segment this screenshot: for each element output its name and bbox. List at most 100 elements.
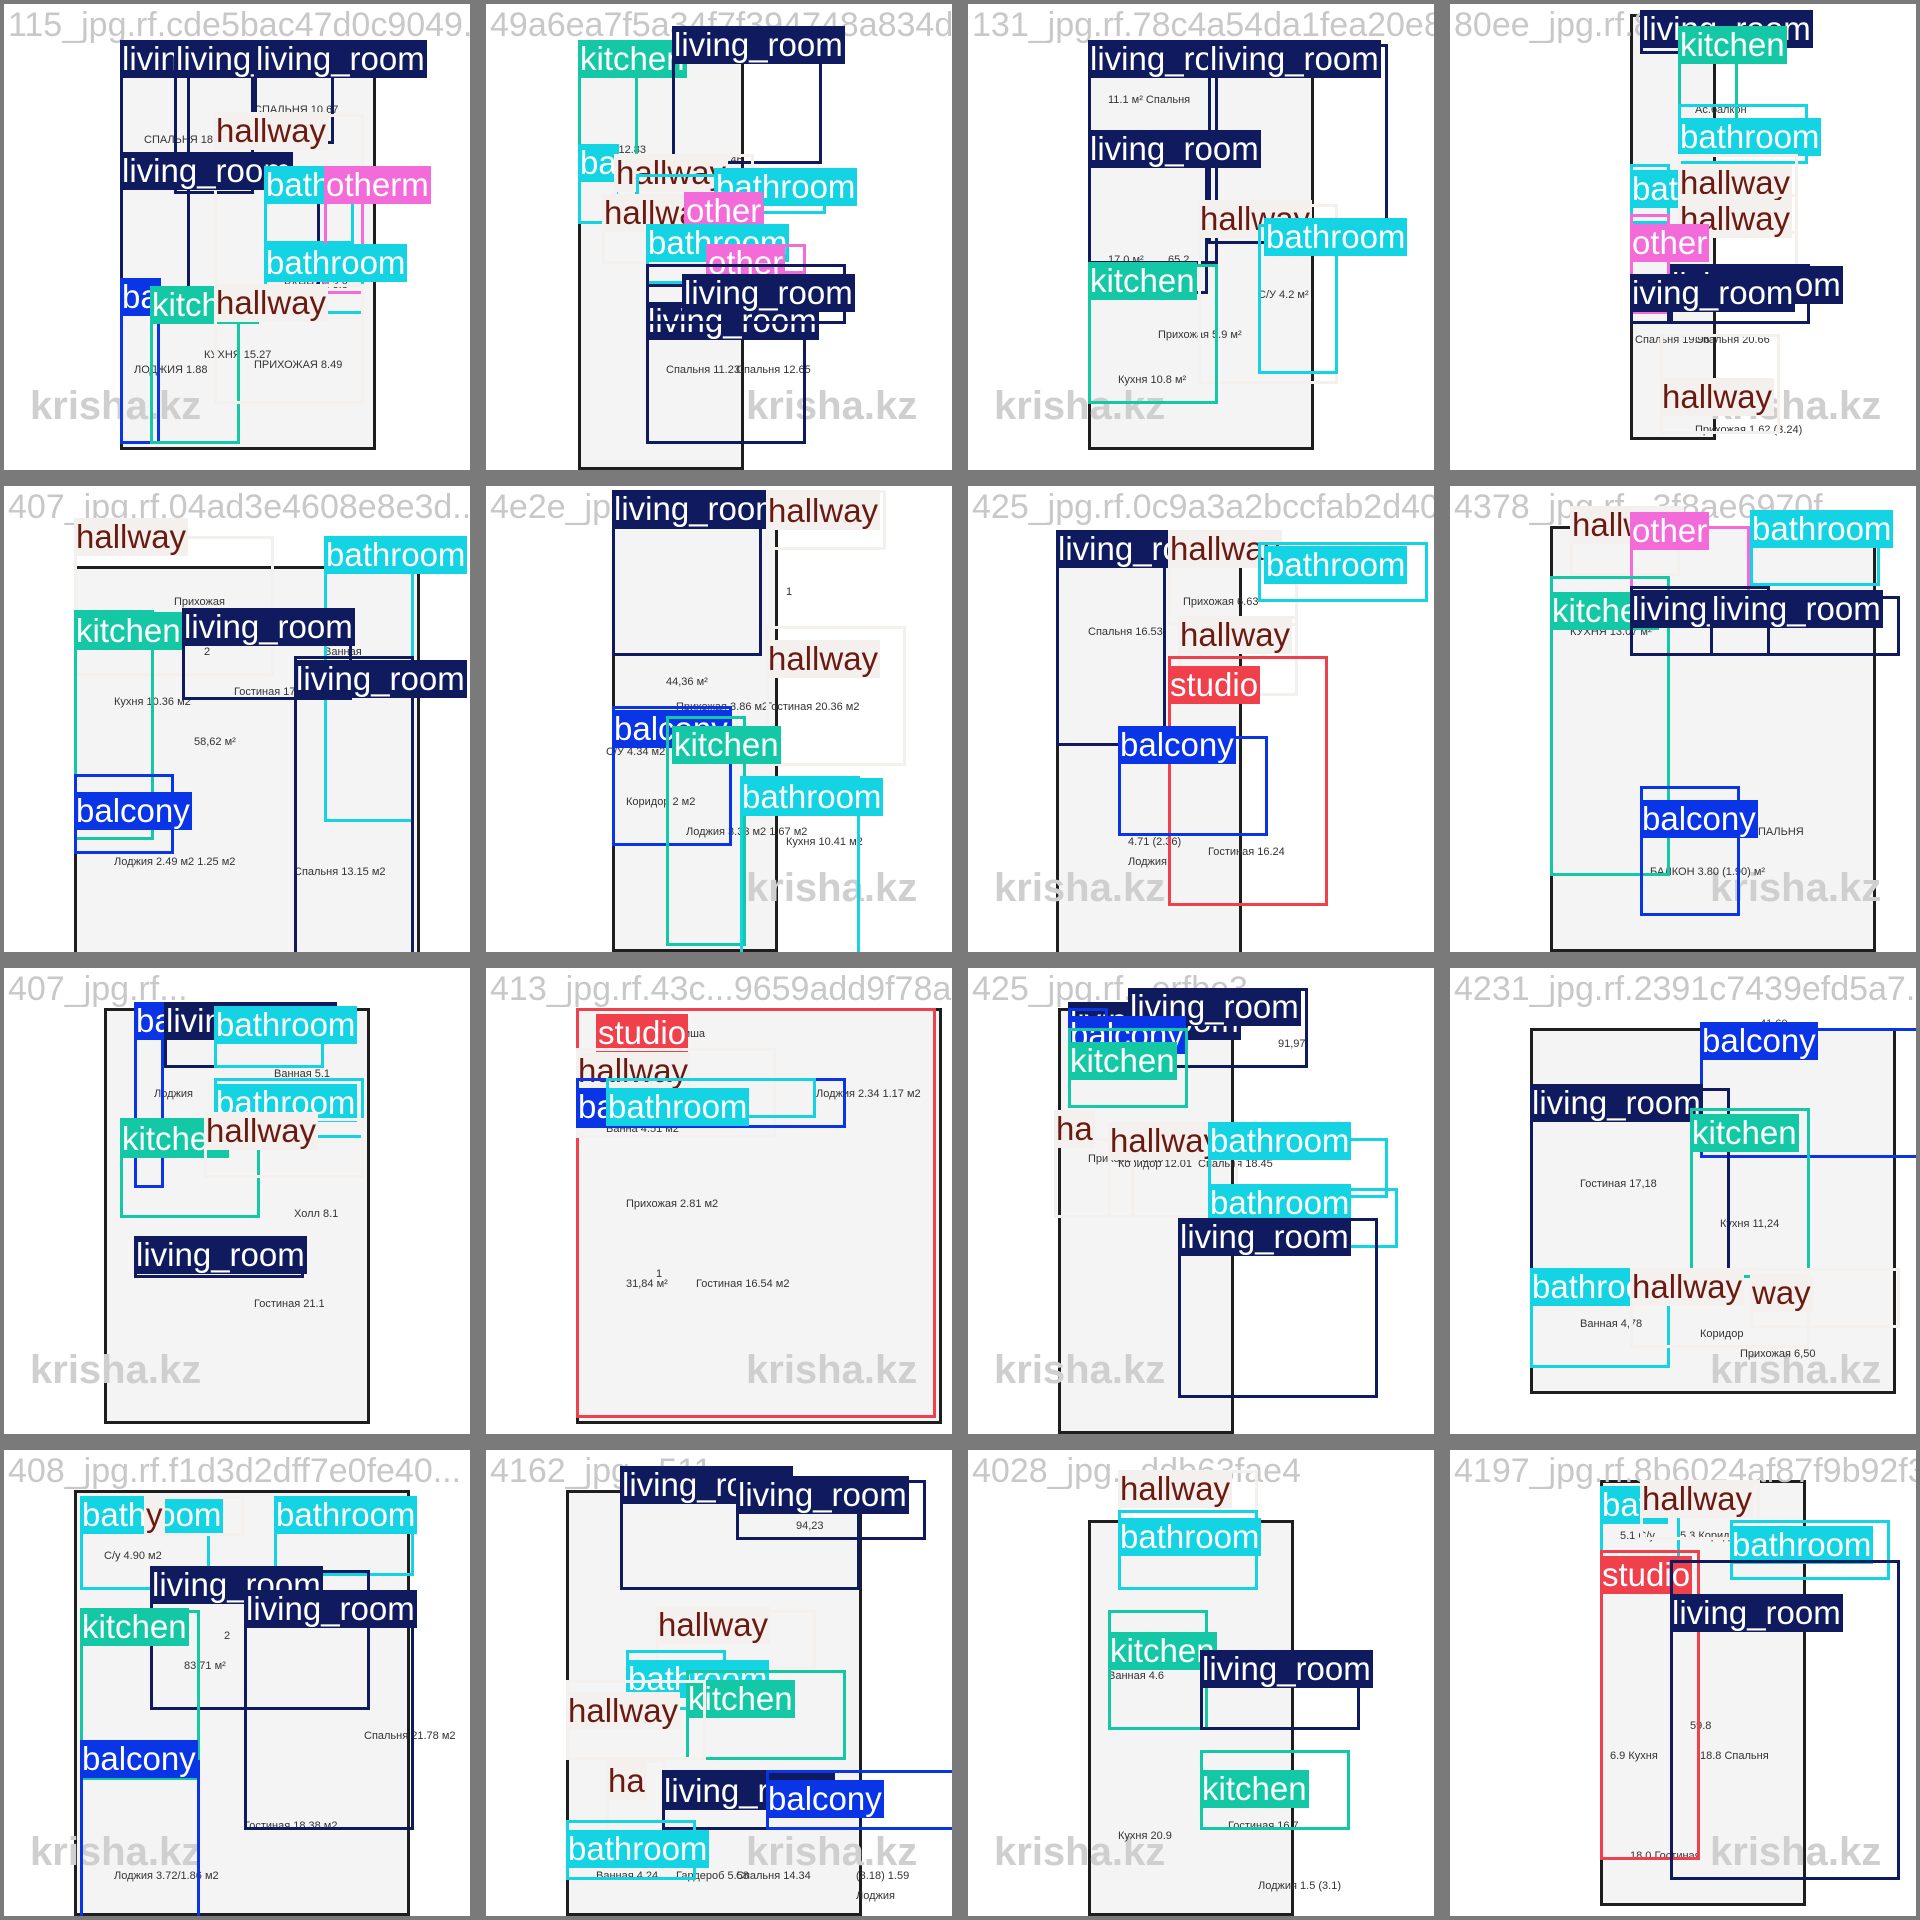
bbox-label: bathroom <box>1264 218 1408 256</box>
bbox-label: bathroom <box>1208 1122 1352 1160</box>
plan-room-label: Лоджия 1.5 (3.1) <box>1258 1880 1341 1892</box>
bbox-label: kitchen <box>1678 26 1787 64</box>
bbox-label: balcony <box>80 1740 198 1778</box>
bbox-label: bathroom <box>566 1830 710 1868</box>
bbox-living-room <box>612 526 762 656</box>
image-tile: krisha.kz Ас.балкон Спальня 19.96 Спальня 2… <box>1450 4 1916 470</box>
image-tile: krisha.kz Ванная 4.6 Кухня 20.9 Гостиная 16… <box>968 1450 1434 1916</box>
bbox-label: kitchen <box>578 40 687 78</box>
bbox-label: hallway <box>1630 1268 1745 1306</box>
bbox-kitchen <box>1108 1610 1208 1730</box>
bbox-label: bathroom <box>274 1496 418 1534</box>
bbox-label: living_room <box>294 660 467 698</box>
bbox-label: iving_room <box>1630 274 1796 312</box>
bbox-label: way <box>1750 1274 1813 1312</box>
bbox-label: kitchen <box>1068 1042 1177 1080</box>
bbox-label: bathroom <box>740 778 884 816</box>
plan-room-label: Гостиная 21.1 <box>254 1298 325 1310</box>
bbox-label: living_room <box>244 1590 417 1628</box>
image-tile: Прихожая Ванная Кухня 10.36 м2 Гостиная 17.… <box>4 486 470 952</box>
bbox-label: studio <box>596 1014 689 1052</box>
bbox-label: other <box>1630 512 1710 550</box>
watermark: krisha.kz <box>30 1348 202 1392</box>
bbox-label: hallway <box>214 112 329 150</box>
bbox-label: living_room <box>1200 1650 1373 1688</box>
bbox-label: bathroom <box>1264 546 1408 584</box>
bbox-balcony <box>80 1760 200 1916</box>
plan-room-label: Холл 8.1 <box>294 1208 339 1220</box>
plan-room-label: Спальня 14.34 <box>736 1870 811 1882</box>
bbox-label: hallway <box>204 1112 319 1150</box>
bbox-label: living_room <box>1530 1084 1703 1122</box>
plan-room-label: Прихожая 6,50 <box>1740 1348 1816 1360</box>
plan-room-label: 1 <box>786 586 793 598</box>
bbox-label: living_room <box>134 1236 307 1274</box>
bbox-label: bathroom <box>324 536 468 574</box>
bbox-label: living_room <box>682 274 855 312</box>
image-tile: krisha.kz41,60ЛоджияГостиная 17,18Кухня … <box>1450 968 1916 1434</box>
bbox-label: kitchen <box>80 1608 189 1646</box>
bbox-label: y <box>144 1496 165 1534</box>
bbox-label: hallway <box>766 640 881 678</box>
image-tile: krisha.kz Спальня 16.53 Прихожая 6.63 4.71 … <box>968 486 1434 952</box>
bbox-label: hallway <box>214 284 329 322</box>
bbox-label: hallway <box>1108 1122 1223 1160</box>
bbox-label: bathroom <box>606 1088 750 1126</box>
bbox-label: studio <box>1168 666 1261 704</box>
bbox-label: otherm <box>324 166 431 204</box>
image-tile: krisha.kz С/у 4.90 м2 2 83,71 м² Спальня 21.… <box>4 1450 470 1916</box>
image-tile: krisha.kzКухня 12.83Гостиная 21.46Спальн… <box>486 4 952 470</box>
bbox-label: ba <box>578 144 619 182</box>
bbox-label: other <box>1630 224 1710 262</box>
bbox-label: kitchen <box>1088 262 1197 300</box>
image-tile: krisha.kz 5.1 С/у 5.3 Коридор 59.8 6.9 Кухня… <box>1450 1450 1916 1916</box>
plan-room-label: Лоджия <box>1128 856 1167 868</box>
bbox-label: bathroom <box>1118 1518 1262 1556</box>
bbox-label: living_room <box>182 608 355 646</box>
plan-room-label: Лоджия <box>856 1890 895 1902</box>
bbox-label: balcony <box>1118 726 1236 764</box>
bbox-label: living_room <box>736 1476 909 1514</box>
bbox-label: living_room <box>1208 40 1381 78</box>
bbox-label: kitchen <box>74 612 183 650</box>
plan-room-label: Кухня 20.9 <box>1118 1830 1172 1842</box>
bbox-label: bathroom <box>1750 510 1894 548</box>
bbox-label: bathroom <box>264 244 408 282</box>
watermark: krisha.kz <box>746 1830 918 1874</box>
bbox-label: balcony <box>1700 1022 1818 1060</box>
bbox-label: bathroom <box>1730 1526 1874 1564</box>
plan-room-label: СПАЛЬНЯ <box>1750 826 1804 838</box>
image-tile: krisha.kz Ниша Ванна 4.51 м2 Лоджия 2.34 1.… <box>486 968 952 1434</box>
bbox-label: living_room <box>1088 130 1261 168</box>
bbox-label: living_room <box>612 490 785 528</box>
watermark: krisha.kz <box>994 1348 1166 1392</box>
bbox-label: balcony <box>74 792 192 830</box>
plan-room-label: 44,36 м² <box>666 676 708 688</box>
bbox-label: bathroom <box>214 1006 358 1044</box>
image-tile: krisha.kzГостиная 25.89 м²КУХНЯ 13.07 м²… <box>1450 486 1916 952</box>
bbox-label: hallway <box>1118 1470 1233 1508</box>
plan-room-label: 58,62 м² <box>194 736 236 748</box>
plan-room-label: Лоджия 2.49 м2 1.25 м2 <box>114 856 236 868</box>
plan-room-label: (3.18) 1.59 <box>856 1870 910 1882</box>
bbox-label: kitchen <box>1690 1114 1799 1152</box>
bbox-label: kitchen <box>1200 1770 1309 1808</box>
bbox-living-room <box>294 656 414 952</box>
bbox-label: hallway <box>1178 616 1293 654</box>
bbox-label: living_room <box>1710 590 1883 628</box>
bbox-label: bathroom <box>1208 1184 1352 1222</box>
image-tile: krisha.kz391,9711.24Прихожая 3.46Коридор… <box>968 968 1434 1434</box>
bbox-label: living_room <box>672 26 845 64</box>
bbox-label: hallway <box>766 492 881 530</box>
image-tile: krisha.kz 1 44,36 м² Прихожая 3.86 м2 Гостин… <box>486 486 952 952</box>
bbox-label: balcony <box>1640 800 1758 838</box>
tile-filename: 425_jpg.rf.0c9a3a2bccfab2d4047789df... <box>972 488 1434 526</box>
image-tile: krisha.kzСПАЛЬНЯ 18.79СПАЛЬНЯ 10.67ВАННА… <box>4 4 470 470</box>
bbox-label: hallway <box>566 1692 681 1730</box>
tile-filename: 408_jpg.rf.f1d3d2dff7e0fe40... <box>8 1452 462 1490</box>
bbox-label: hallway <box>656 1606 771 1644</box>
bbox-label: ha <box>606 1762 647 1800</box>
tile-filename: 4231_jpg.rf.2391c7439efd5a7...54 <box>1454 970 1916 1008</box>
bbox-label: ha <box>1054 1110 1095 1148</box>
bbox-label: hallway <box>74 518 189 556</box>
